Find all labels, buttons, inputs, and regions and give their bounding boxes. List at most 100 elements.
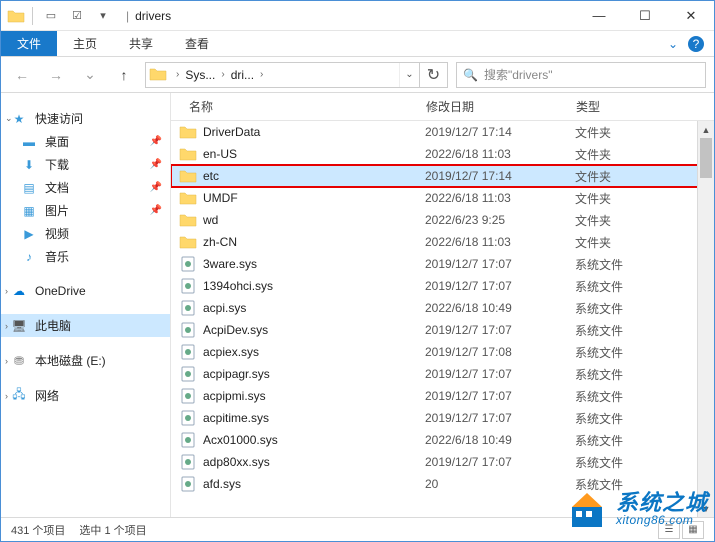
ribbon-right: ⌄ ?: [668, 31, 714, 56]
sidebar-videos[interactable]: ▶ 视频: [1, 222, 170, 245]
file-name: afd.sys: [203, 477, 425, 491]
up-button[interactable]: ↑: [111, 62, 137, 88]
sidebar-quick-access[interactable]: ⌄ ★ 快速访问: [1, 107, 170, 130]
address-dropdown-icon[interactable]: ⌄: [399, 63, 419, 87]
recent-locations-button[interactable]: ⌄: [77, 62, 103, 88]
file-date: 2019/12/7 17:07: [425, 411, 575, 425]
sidebar-onedrive[interactable]: › ☁ OneDrive: [1, 280, 170, 302]
address-bar[interactable]: › Sys... › dri... › ⌄ ↻: [145, 62, 448, 88]
sysfile-icon: [179, 255, 197, 273]
file-row[interactable]: 3ware.sys2019/12/7 17:07系统文件: [171, 253, 714, 275]
forward-button[interactable]: →: [43, 62, 69, 88]
sidebar-local-disk[interactable]: › ⛃ 本地磁盘 (E:): [1, 349, 170, 372]
chevron-right-icon[interactable]: ›: [5, 356, 8, 366]
tab-share[interactable]: 共享: [113, 31, 169, 56]
chevron-down-icon[interactable]: ⌄: [5, 113, 13, 124]
file-row[interactable]: acpipagr.sys2019/12/7 17:07系统文件: [171, 363, 714, 385]
file-list[interactable]: DriverData2019/12/7 17:14文件夹en-US2022/6/…: [171, 121, 714, 517]
file-type: 系统文件: [575, 410, 714, 427]
column-name[interactable]: 名称: [171, 98, 426, 115]
file-name: en-US: [203, 147, 425, 161]
sysfile-icon: [179, 277, 197, 295]
file-type: 系统文件: [575, 344, 714, 361]
file-row[interactable]: UMDF2022/6/18 11:03文件夹: [171, 187, 714, 209]
minimize-button[interactable]: —: [576, 1, 622, 31]
breadcrumb-folder-icon: [149, 65, 169, 85]
help-icon[interactable]: ?: [688, 36, 704, 52]
sysfile-icon: [179, 453, 197, 471]
qat-dropdown-icon[interactable]: ▾: [92, 5, 114, 27]
sidebar-this-pc[interactable]: › 🖥 此电脑: [1, 314, 170, 337]
file-row[interactable]: etc2019/12/7 17:14文件夹: [171, 165, 714, 187]
qat-check-icon[interactable]: ☑: [66, 5, 88, 27]
sidebar-documents[interactable]: ▤ 文档 📌: [1, 176, 170, 199]
sidebar-downloads[interactable]: ⬇ 下载 📌: [1, 153, 170, 176]
videos-icon: ▶: [21, 226, 37, 242]
scroll-up-icon[interactable]: ▲: [698, 121, 714, 138]
file-row[interactable]: DriverData2019/12/7 17:14文件夹: [171, 121, 714, 143]
qat-separator: [32, 7, 33, 25]
file-name: acpipmi.sys: [203, 389, 425, 403]
breadcrumb-chevron-icon[interactable]: ›: [256, 69, 267, 80]
search-icon: 🔍: [463, 68, 478, 82]
chevron-right-icon[interactable]: ›: [5, 286, 8, 296]
folder-icon: [179, 211, 197, 229]
qat-properties-icon[interactable]: ▭: [40, 5, 62, 27]
close-button[interactable]: ✕: [668, 1, 714, 31]
ribbon-expand-icon[interactable]: ⌄: [668, 37, 678, 51]
file-row[interactable]: zh-CN2022/6/18 11:03文件夹: [171, 231, 714, 253]
tab-file[interactable]: 文件: [1, 31, 57, 56]
breadcrumb-seg1[interactable]: Sys...: [183, 63, 217, 87]
vertical-scrollbar[interactable]: ▲ ▼: [697, 121, 714, 517]
column-date[interactable]: 修改日期: [426, 98, 576, 115]
tab-view[interactable]: 查看: [169, 31, 225, 56]
file-type: 文件夹: [575, 124, 714, 141]
chevron-right-icon[interactable]: ›: [5, 321, 8, 331]
sidebar-pictures[interactable]: ▦ 图片 📌: [1, 199, 170, 222]
sidebar-desktop[interactable]: ▬ 桌面 📌: [1, 130, 170, 153]
search-input[interactable]: 🔍 搜索"drivers": [456, 62, 706, 88]
file-row[interactable]: Acx01000.sys2022/6/18 10:49系统文件: [171, 429, 714, 451]
file-row[interactable]: wd2022/6/23 9:25文件夹: [171, 209, 714, 231]
breadcrumb-chevron-icon[interactable]: ›: [172, 69, 183, 80]
file-row[interactable]: acpi.sys2022/6/18 10:49系统文件: [171, 297, 714, 319]
pin-icon: 📌: [150, 136, 162, 147]
status-selected-count: 选中 1 个项目: [79, 522, 146, 538]
refresh-button[interactable]: ↻: [419, 63, 447, 87]
file-row[interactable]: acpitime.sys2019/12/7 17:07系统文件: [171, 407, 714, 429]
maximize-button[interactable]: ☐: [622, 1, 668, 31]
file-date: 2019/12/7 17:14: [425, 125, 575, 139]
computer-icon: 🖥: [11, 318, 27, 334]
file-date: 2019/12/7 17:07: [425, 279, 575, 293]
file-type: 系统文件: [575, 278, 714, 295]
title-separator: |: [126, 9, 129, 23]
breadcrumb-chevron-icon[interactable]: ›: [217, 69, 228, 80]
sysfile-icon: [179, 299, 197, 317]
chevron-right-icon[interactable]: ›: [5, 391, 8, 401]
file-row[interactable]: 1394ohci.sys2019/12/7 17:07系统文件: [171, 275, 714, 297]
folder-icon: [179, 145, 197, 163]
file-row[interactable]: acpiex.sys2019/12/7 17:08系统文件: [171, 341, 714, 363]
file-type: 系统文件: [575, 432, 714, 449]
file-row[interactable]: adp80xx.sys2019/12/7 17:07系统文件: [171, 451, 714, 473]
tab-home[interactable]: 主页: [57, 31, 113, 56]
file-date: 2022/6/23 9:25: [425, 213, 575, 227]
file-row[interactable]: acpipmi.sys2019/12/7 17:07系统文件: [171, 385, 714, 407]
folder-icon: [179, 233, 197, 251]
file-name: UMDF: [203, 191, 425, 205]
breadcrumb-seg2[interactable]: dri...: [229, 63, 256, 87]
file-row[interactable]: en-US2022/6/18 11:03文件夹: [171, 143, 714, 165]
file-date: 2022/6/18 11:03: [425, 191, 575, 205]
scroll-track[interactable]: [698, 138, 714, 500]
sidebar-item-label: 桌面: [45, 133, 69, 150]
pin-icon: 📌: [150, 205, 162, 216]
file-row[interactable]: AcpiDev.sys2019/12/7 17:07系统文件: [171, 319, 714, 341]
scroll-thumb[interactable]: [700, 138, 712, 178]
sidebar-network[interactable]: › 🖧 网络: [1, 384, 170, 407]
file-name: DriverData: [203, 125, 425, 139]
sidebar-music[interactable]: ♪ 音乐: [1, 245, 170, 268]
file-type: 系统文件: [575, 454, 714, 471]
sysfile-icon: [179, 431, 197, 449]
back-button[interactable]: ←: [9, 62, 35, 88]
column-type[interactable]: 类型: [576, 98, 714, 115]
